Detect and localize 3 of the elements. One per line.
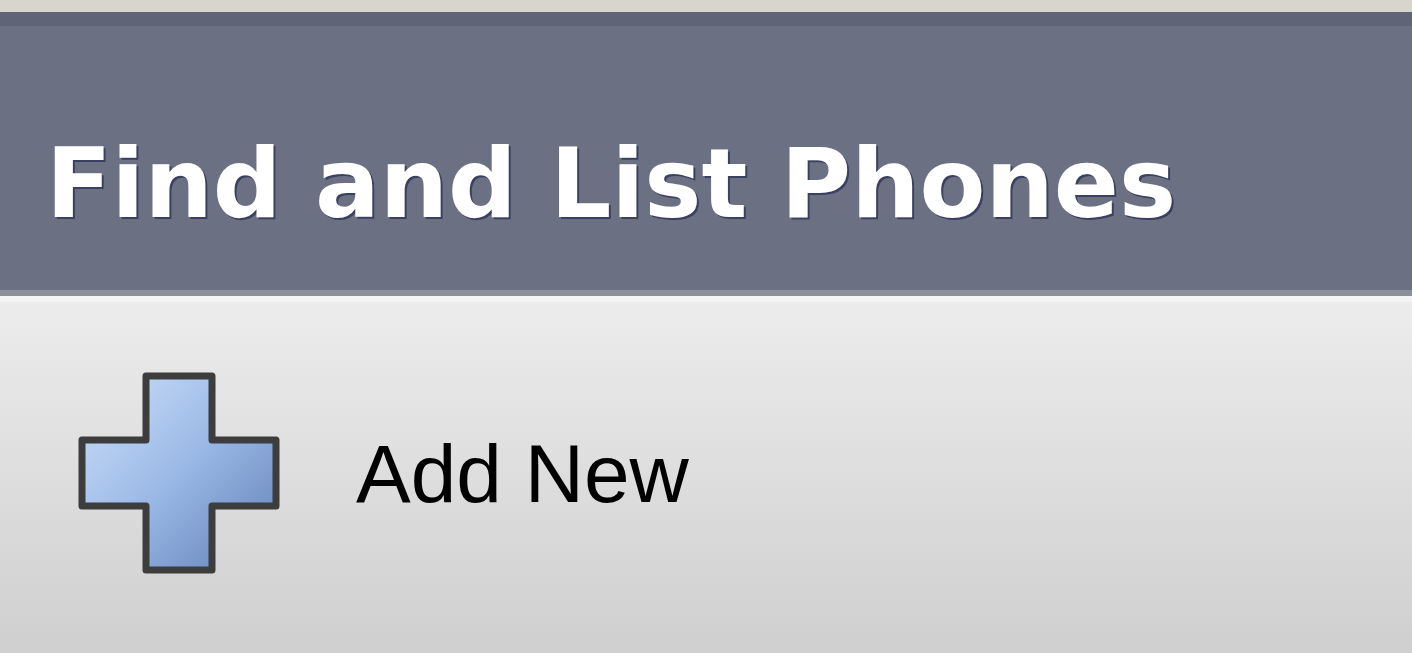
page-title: Find and List Phones: [46, 136, 1176, 232]
add-new-button[interactable]: Add New: [78, 372, 689, 574]
plus-icon: [78, 372, 280, 574]
